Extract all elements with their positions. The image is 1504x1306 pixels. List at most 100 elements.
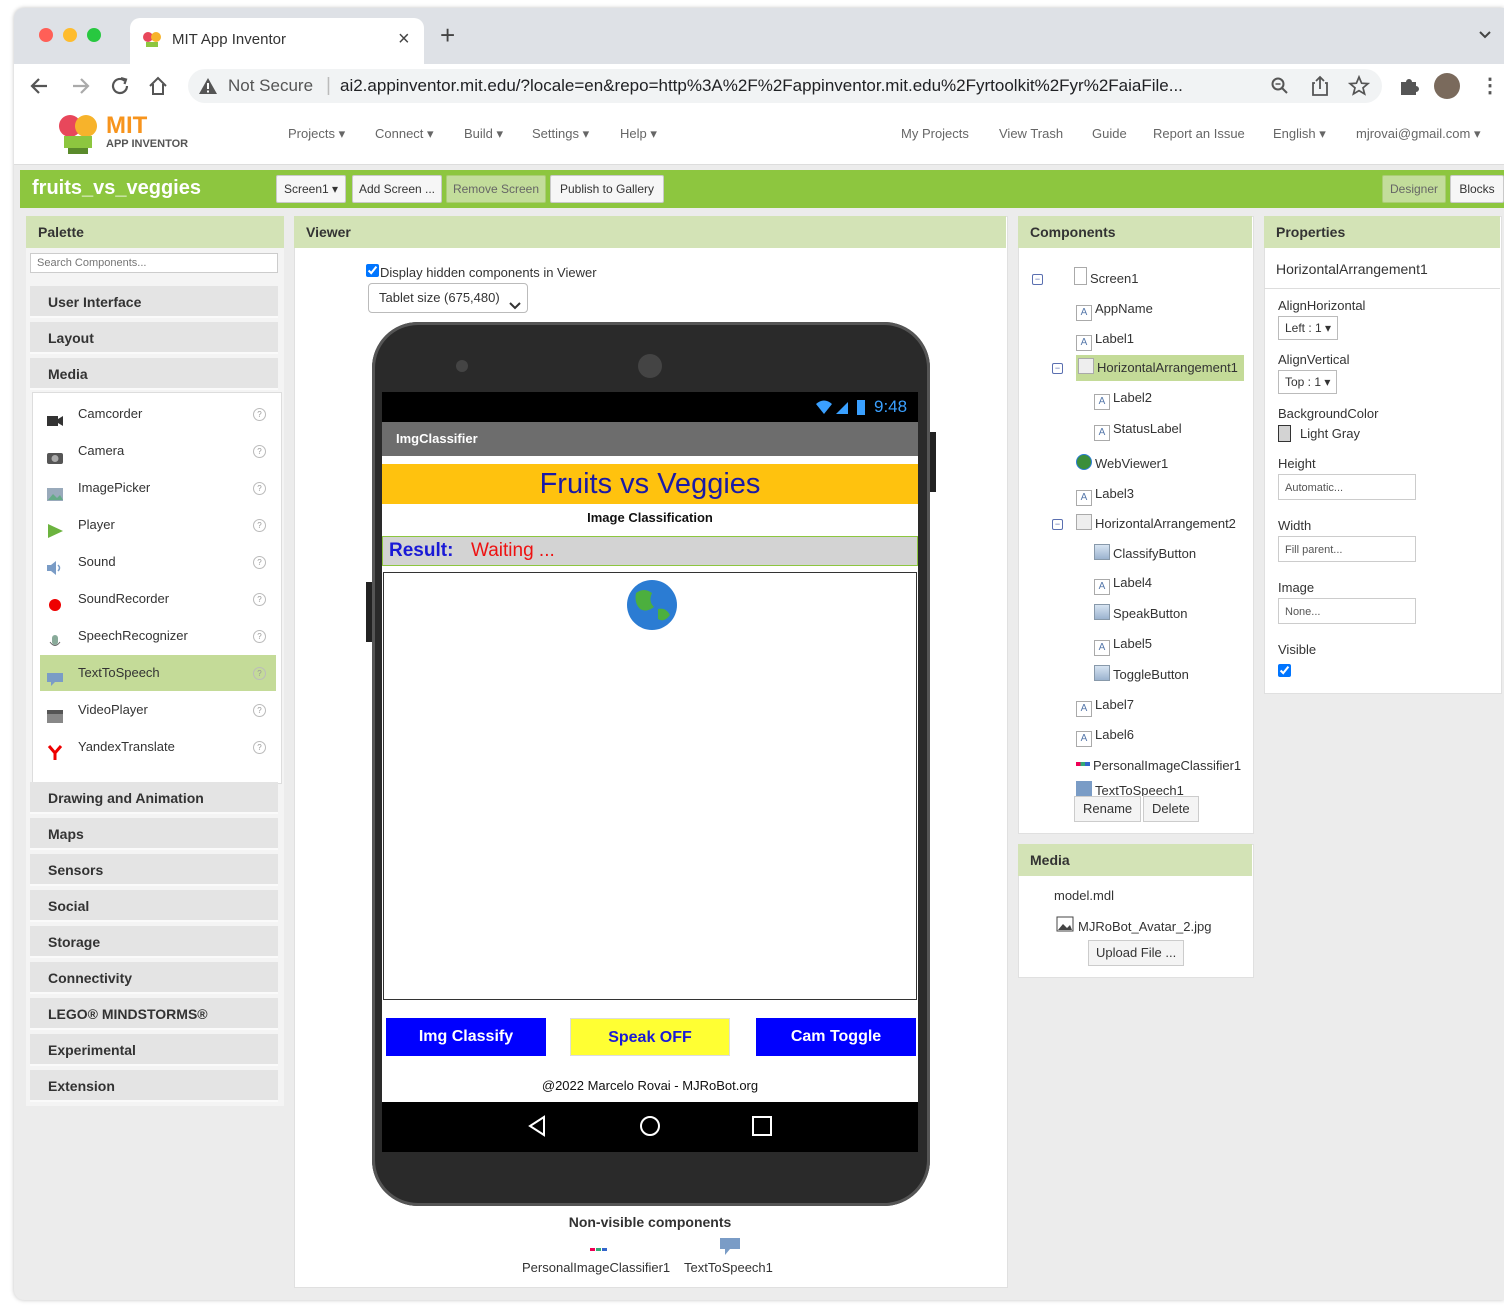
component-node[interactable]: A Label5 [1094,631,1152,657]
category-maps[interactable]: Maps [30,818,278,850]
component-node[interactable]: A Label1 [1076,326,1134,352]
home-icon[interactable] [144,72,172,104]
help-icon[interactable]: ? [253,630,266,643]
help-icon[interactable]: ? [253,556,266,569]
nonvisible-texttospeech[interactable]: TextToSpeech1 [684,1260,773,1275]
component-node[interactable]: TextToSpeech1 [1076,778,1184,796]
component-node[interactable]: ClassifyButton [1094,541,1196,567]
back-arrow-icon[interactable] [26,72,54,104]
warning-triangle-icon[interactable] [198,76,218,96]
help-icon[interactable]: ? [253,408,266,421]
prop-backgroundcolor-value[interactable]: Light Gray [1300,426,1360,441]
component-node[interactable]: SpeakButton [1094,601,1187,627]
tab-search-chevron-icon[interactable] [1478,28,1494,44]
link-my-projects[interactable]: My Projects [901,126,969,141]
maximize-window-button[interactable] [87,28,101,42]
logo-mit-text[interactable]: MIT [106,112,147,140]
collapse-toggle-icon[interactable]: − [1052,519,1063,530]
menu-language[interactable]: English ▾ [1273,126,1326,142]
media-file-model[interactable]: model.mdl [1054,888,1114,903]
component-node[interactable]: A Label6 [1076,722,1134,748]
collapse-toggle-icon[interactable]: − [1052,363,1063,374]
upload-file-button[interactable]: Upload File ... [1088,940,1185,966]
media-file-avatar[interactable]: MJRoBot_Avatar_2.jpg [1078,919,1211,934]
palette-item-videoplayer[interactable]: VideoPlayer ? [40,692,276,728]
component-node[interactable]: − HorizontalArrangement2 [1052,511,1236,537]
palette-item-player[interactable]: Player ? [40,507,276,543]
color-swatch[interactable] [1278,425,1291,442]
minimize-window-button[interactable] [63,28,77,42]
zoom-icon[interactable] [1270,76,1290,99]
category-experimental[interactable]: Experimental [30,1034,278,1066]
extensions-puzzle-icon[interactable] [1398,75,1420,100]
category-user-interface[interactable]: User Interface [30,286,278,318]
category-extension[interactable]: Extension [30,1070,278,1102]
prop-alignhorizontal-dropdown[interactable]: Left : 1 ▾ [1278,316,1339,340]
palette-item-imagepicker[interactable]: ImagePicker ? [40,470,276,506]
component-node[interactable]: ToggleButton [1094,662,1189,688]
component-node[interactable]: − Screen1 [1032,266,1138,292]
component-node[interactable]: A AppName [1076,296,1153,322]
link-view-trash[interactable]: View Trash [999,126,1063,141]
category-drawing-animation[interactable]: Drawing and Animation [30,782,278,814]
prop-visible-checkbox[interactable] [1278,664,1291,677]
menu-help[interactable]: Help ▾ [620,126,657,142]
new-tab-icon[interactable]: + [440,22,455,48]
speak-off-button[interactable]: Speak OFF [570,1018,730,1056]
hidden-components-checkbox[interactable] [366,264,379,277]
component-node[interactable]: A Label4 [1094,570,1152,596]
menu-connect[interactable]: Connect ▾ [375,126,434,142]
component-node[interactable]: WebViewer1 [1076,451,1168,477]
prop-image-field[interactable]: None... [1278,598,1416,624]
palette-item-soundrecorder[interactable]: SoundRecorder ? [40,581,276,617]
forward-arrow-icon[interactable] [66,72,94,104]
img-classify-button[interactable]: Img Classify [386,1018,546,1056]
palette-item-texttospeech[interactable]: TextToSpeech ? [40,655,276,691]
profile-avatar[interactable] [1434,73,1460,99]
rename-button[interactable]: Rename [1074,796,1142,822]
category-storage[interactable]: Storage [30,926,278,958]
menu-build[interactable]: Build ▾ [464,126,503,142]
palette-item-sound[interactable]: Sound ? [40,544,276,580]
link-report-issue[interactable]: Report an Issue [1153,126,1245,141]
remove-screen-button[interactable]: Remove Screen [446,175,546,203]
help-icon[interactable]: ? [253,593,266,606]
tab-close-icon[interactable]: × [398,28,410,51]
menu-settings[interactable]: Settings ▾ [532,126,589,142]
palette-item-yandextranslate[interactable]: YandexTranslate ? [40,729,276,765]
delete-button[interactable]: Delete [1143,796,1199,822]
bookmark-star-icon[interactable] [1347,74,1371,100]
nav-recents-icon[interactable] [750,1114,774,1141]
logo-sub-text[interactable]: APP INVENTOR [106,138,188,150]
screen-dropdown[interactable]: Screen1 ▾ [276,175,346,203]
close-window-button[interactable] [39,28,53,42]
nav-home-icon[interactable] [638,1114,662,1141]
blocks-button[interactable]: Blocks [1450,175,1504,203]
palette-item-camcorder[interactable]: Camcorder ? [40,396,276,432]
cam-toggle-button[interactable]: Cam Toggle [756,1018,916,1056]
security-label[interactable]: Not Secure [228,76,313,96]
reload-icon[interactable] [106,72,134,104]
link-guide[interactable]: Guide [1092,126,1127,141]
help-icon[interactable]: ? [253,482,266,495]
help-icon[interactable]: ? [253,667,266,680]
palette-item-camera[interactable]: Camera ? [40,433,276,469]
component-node[interactable]: A Label7 [1076,692,1134,718]
category-lego-mindstorms[interactable]: LEGO® MINDSTORMS® [30,998,278,1030]
category-connectivity[interactable]: Connectivity [30,962,278,994]
prop-height-field[interactable]: Automatic... [1278,474,1416,500]
help-icon[interactable]: ? [253,445,266,458]
category-media[interactable]: Media [30,358,278,390]
component-node[interactable]: − HorizontalArrangement1 [1052,355,1244,381]
menu-account[interactable]: mjrovai@gmail.com ▾ [1356,126,1480,142]
help-icon[interactable]: ? [253,519,266,532]
palette-item-speechrecognizer[interactable]: SpeechRecognizer ? [40,618,276,654]
component-node[interactable]: A Label3 [1076,481,1134,507]
kebab-menu-icon[interactable]: ⋮ [1480,73,1500,98]
menu-projects[interactable]: Projects ▾ [288,126,345,142]
help-icon[interactable]: ? [253,704,266,717]
category-sensors[interactable]: Sensors [30,854,278,886]
prop-width-field[interactable]: Fill parent... [1278,536,1416,562]
app-inventor-logo-icon[interactable] [54,112,104,158]
tablet-size-select[interactable]: Tablet size (675,480) [368,283,528,313]
